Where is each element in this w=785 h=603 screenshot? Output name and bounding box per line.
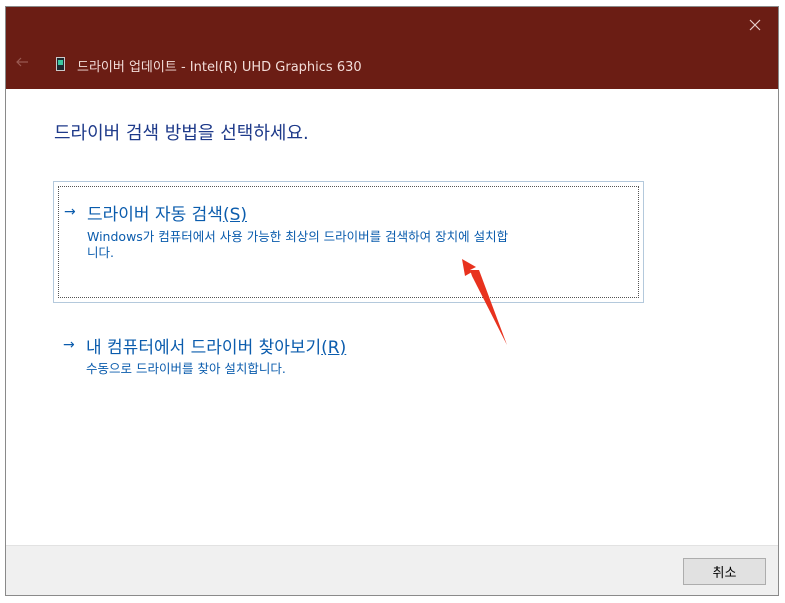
arrow-right-icon: →: [64, 204, 76, 220]
back-arrow-icon: [16, 57, 28, 67]
auto-search-title: 드라이버 자동 검색(S): [87, 205, 247, 225]
auto-search-option[interactable]: → 드라이버 자동 검색(S) Windows가 컴퓨터에서 사용 가능한 최상…: [53, 181, 644, 303]
shortcut-key: (R): [321, 338, 347, 358]
dialog-footer: 취소: [6, 545, 778, 595]
auto-search-description: Windows가 컴퓨터에서 사용 가능한 최상의 드라이버를 검색하여 장치에…: [87, 229, 637, 261]
close-icon: [749, 19, 761, 31]
window-title: 드라이버 업데이트 - Intel(R) UHD Graphics 630: [77, 60, 362, 75]
driver-update-dialog: 드라이버 업데이트 - Intel(R) UHD Graphics 630 드라…: [5, 6, 779, 596]
description-line: Windows가 컴퓨터에서 사용 가능한 최상의 드라이버를 검색하여 장치에…: [87, 229, 509, 244]
arrow-right-icon: →: [63, 337, 75, 353]
browse-computer-description: 수동으로 드라이버를 찾아 설치합니다.: [86, 361, 286, 376]
title-bar: 드라이버 업데이트 - Intel(R) UHD Graphics 630: [6, 7, 778, 89]
page-heading: 드라이버 검색 방법을 선택하세요.: [54, 123, 309, 144]
cancel-button[interactable]: 취소: [683, 558, 766, 585]
close-button[interactable]: [732, 7, 778, 43]
shortcut-key: (S): [222, 205, 247, 225]
browse-computer-option[interactable]: → 내 컴퓨터에서 드라이버 찾아보기(R) 수동으로 드라이버를 찾아 설치합…: [53, 325, 644, 385]
description-line: 니다.: [87, 245, 114, 260]
back-button[interactable]: [15, 56, 33, 72]
display-adapter-icon: [56, 57, 65, 71]
browse-computer-title: 내 컴퓨터에서 드라이버 찾아보기(R): [86, 338, 347, 358]
